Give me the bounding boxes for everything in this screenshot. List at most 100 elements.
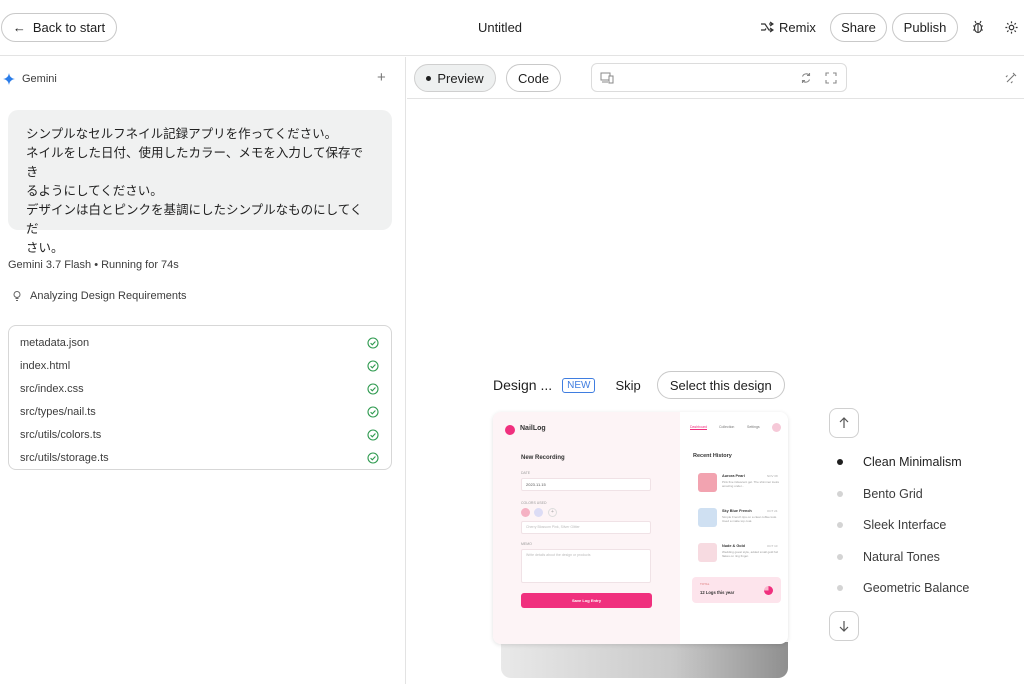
- file-row[interactable]: index.html: [9, 354, 391, 377]
- tab-preview[interactable]: Preview: [414, 64, 496, 92]
- refresh-icon[interactable]: [800, 72, 812, 84]
- preview-panel: Preview Code Design ... NEW Skip Select …: [407, 57, 1024, 684]
- edit-wand-icon[interactable]: [1005, 71, 1018, 84]
- card-stack-shadow: [501, 642, 788, 678]
- model-name: Gemini: [22, 73, 57, 85]
- history-thumb-nude: [698, 543, 717, 562]
- previous-design-button[interactable]: [829, 408, 859, 438]
- history-title: Recent History: [693, 453, 732, 459]
- project-title[interactable]: Untitled: [440, 20, 560, 35]
- logs-count-label: TOTAL: [700, 582, 710, 586]
- tab-code[interactable]: Code: [506, 64, 561, 92]
- prompt-line: るようにしてください。: [26, 183, 163, 198]
- check-circle-icon: [367, 336, 379, 349]
- file-name: src/index.css: [20, 382, 84, 395]
- history-name: Nude & Gold: [722, 544, 745, 548]
- history-desc: Wedding guest style, added small gold fo…: [722, 550, 778, 558]
- remix-label: Remix: [779, 19, 816, 35]
- arrow-left-icon: ←: [12, 20, 26, 35]
- thinking-step[interactable]: Analyzing Design Requirements: [12, 290, 187, 302]
- check-circle-icon: [367, 382, 379, 395]
- color-swatch-pink[interactable]: [521, 508, 530, 517]
- option-label: Sleek Interface: [863, 518, 947, 532]
- app-logo-icon: [505, 425, 515, 435]
- option-dot-icon: [837, 554, 843, 560]
- design-option-clean-minimalism[interactable]: Clean Minimalism: [837, 452, 962, 472]
- device-toggle-icon[interactable]: [600, 72, 614, 84]
- option-dot-icon: [837, 585, 843, 591]
- share-label: Share: [841, 20, 876, 35]
- new-badge: NEW: [562, 377, 596, 393]
- option-label: Natural Tones: [863, 550, 940, 564]
- pie-chart-icon: [764, 586, 773, 595]
- next-design-button[interactable]: [829, 611, 859, 641]
- back-to-start-button[interactable]: ← Back to start: [1, 13, 117, 42]
- memo-placeholder: Write details about the design or produc…: [526, 553, 591, 557]
- preview-toolbar: Preview Code: [407, 57, 1024, 99]
- preview-url-bar[interactable]: [591, 63, 847, 92]
- share-button[interactable]: Share: [830, 13, 887, 42]
- file-row[interactable]: src/types/nail.ts: [9, 400, 391, 423]
- option-label: Bento Grid: [863, 487, 923, 501]
- back-label: Back to start: [32, 20, 106, 35]
- add-color-icon[interactable]: +: [548, 508, 557, 517]
- file-row[interactable]: src/utils/colors.ts: [9, 423, 391, 446]
- option-label: Clean Minimalism: [863, 455, 962, 469]
- run-status: Gemini 3.7 Flash • Running for 74s: [8, 259, 179, 271]
- file-name: index.html: [20, 359, 71, 372]
- skip-button[interactable]: Skip: [615, 378, 640, 393]
- model-header: Gemini +: [0, 69, 406, 89]
- gemini-sparkle-icon: [3, 73, 15, 85]
- design-option-sleek-interface[interactable]: Sleek Interface: [837, 515, 946, 535]
- nav-collection[interactable]: Collection: [719, 425, 734, 429]
- new-chat-plus-icon[interactable]: +: [377, 69, 386, 86]
- check-circle-icon: [367, 451, 379, 464]
- history-desc: Pink fine iridescent gel. The shimmer lo…: [722, 480, 779, 488]
- design-option-natural-tones[interactable]: Natural Tones: [837, 547, 940, 567]
- color-swatch-lavender[interactable]: [534, 508, 543, 517]
- chat-panel: Gemini + シンプルなセルフネイル記録アプリを作ってください。 ネイルをし…: [0, 57, 406, 684]
- save-log-label: Save Log Entry: [571, 598, 602, 603]
- design-option-geometric-balance[interactable]: Geometric Balance: [837, 578, 969, 598]
- nav-dashboard[interactable]: Dashboard: [690, 425, 708, 430]
- design-option-bento-grid[interactable]: Bento Grid: [837, 484, 923, 504]
- arrow-up-icon: [839, 417, 849, 428]
- check-circle-icon: [367, 359, 379, 372]
- fullscreen-icon[interactable]: [825, 72, 837, 84]
- check-circle-icon: [367, 405, 379, 418]
- option-dot-icon: [837, 491, 843, 497]
- option-dot-icon: [837, 522, 843, 528]
- file-row[interactable]: src/utils/storage.ts: [9, 446, 391, 469]
- date-value: 2023.11.15: [526, 482, 546, 487]
- history-date: OCT 24: [767, 509, 778, 513]
- file-row[interactable]: src/index.css: [9, 377, 391, 400]
- option-dot-icon: [837, 459, 843, 465]
- file-name: src/utils/colors.ts: [20, 428, 102, 441]
- prompt-line: シンプルなセルフネイル記録アプリを作ってください。: [26, 126, 338, 141]
- settings-gear-icon[interactable]: [1003, 19, 1019, 35]
- user-avatar[interactable]: [772, 423, 781, 432]
- design-preview-card[interactable]: NailLog New Recording DATE 2023.11.15 CO…: [493, 412, 788, 644]
- nav-settings[interactable]: Settings: [747, 425, 760, 429]
- check-circle-icon: [367, 428, 379, 441]
- prompt-line: ネイルをした日付、使用したカラー、メモを入力して保存でき: [26, 145, 364, 179]
- design-title: Design ...: [493, 377, 553, 393]
- remix-button[interactable]: Remix: [760, 17, 816, 37]
- file-row[interactable]: metadata.json: [9, 331, 391, 354]
- select-design-label: Select this design: [669, 377, 772, 393]
- select-design-button[interactable]: Select this design: [656, 371, 785, 399]
- publish-label: Publish: [903, 20, 947, 35]
- file-name: metadata.json: [20, 336, 90, 349]
- date-label: DATE: [521, 471, 531, 475]
- publish-button[interactable]: Publish: [892, 13, 958, 42]
- active-dot-icon: [426, 75, 432, 81]
- top-bar: ← Back to start Untitled Remix Share Pub…: [0, 0, 1024, 56]
- history-desc: Simple French tips on a clear coffee loo…: [722, 515, 777, 523]
- bug-report-icon[interactable]: [970, 19, 986, 35]
- colors-placeholder: Cherry Blossom Pink, Silver Glitter: [526, 525, 580, 529]
- memo-label: MEMO: [521, 542, 532, 546]
- thinking-step-label: Analyzing Design Requirements: [30, 290, 187, 302]
- history-date: OCT 10: [767, 544, 778, 548]
- remix-icon: [761, 21, 774, 33]
- file-name: src/utils/storage.ts: [20, 451, 109, 464]
